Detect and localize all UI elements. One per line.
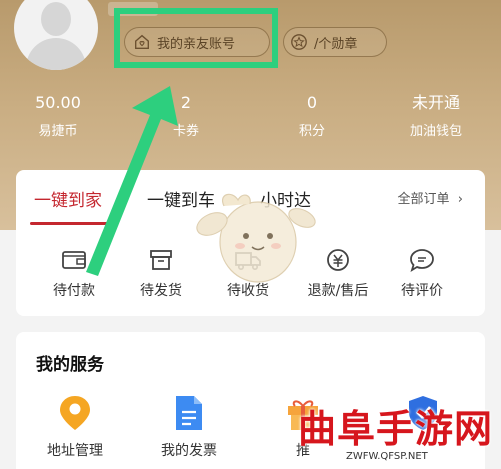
stat-coins[interactable]: 50.00 易捷币 (3, 92, 113, 139)
stat-label: 加油钱包 (409, 124, 462, 139)
stat-fuel-wallet[interactable]: 未开通 加油钱包 (381, 92, 491, 139)
invoice-icon (176, 396, 202, 430)
service-my-invoices[interactable]: 我的发票 (144, 394, 234, 460)
avatar[interactable] (14, 0, 98, 70)
watermark-title: 曲阜手游网 (298, 406, 494, 451)
medal-star-icon (291, 34, 307, 50)
order-label: 待发货 (140, 283, 182, 299)
service-label: 地址管理 (47, 443, 103, 459)
stats-row: 50.00 易捷币 2 卡券 0 积分 未开通 加油钱包 (0, 92, 501, 142)
order-pending-payment[interactable]: 待付款 (37, 248, 111, 300)
tab-active-underline (30, 222, 110, 225)
location-pin-icon (60, 396, 90, 430)
medals-button[interactable]: /个勋章 (283, 27, 387, 57)
stat-points[interactable]: 0 积分 (257, 92, 367, 139)
order-pending-shipment[interactable]: 待发货 (124, 248, 198, 300)
order-pending-review[interactable]: 待评价 (385, 248, 459, 300)
comment-icon (410, 249, 434, 272)
all-orders-label: 全部订单 (397, 192, 450, 207)
stat-value: 未开通 (411, 93, 460, 112)
medals-label: /个勋章 (314, 36, 358, 52)
stat-value: 0 (306, 93, 318, 112)
chevron-right-icon: › (453, 192, 463, 207)
tab-home-delivery[interactable]: 一键到家 (34, 186, 102, 211)
service-label: 我的发票 (161, 443, 217, 459)
order-label: 待付款 (53, 283, 95, 299)
service-address-management[interactable]: 地址管理 (30, 394, 120, 460)
stat-value: 50.00 (35, 93, 81, 112)
stat-value: 2 (180, 93, 192, 112)
wallet-icon (62, 251, 86, 269)
services-title: 我的服务 (36, 355, 104, 375)
all-orders-link[interactable]: 全部订单 › (398, 188, 464, 207)
stat-label: 积分 (298, 124, 325, 139)
stat-label: 卡券 (172, 124, 199, 139)
stat-coupons[interactable]: 2 卡券 (131, 92, 241, 139)
highlight-box (114, 8, 278, 68)
refund-icon (327, 249, 349, 271)
order-label: 待评价 (401, 283, 443, 299)
box-icon (150, 250, 172, 270)
stat-label: 易捷币 (38, 124, 78, 139)
watermark: 曲阜手游网 ZWFW.QFSP.NET (298, 398, 501, 469)
mascot-watermark-icon (196, 193, 316, 283)
